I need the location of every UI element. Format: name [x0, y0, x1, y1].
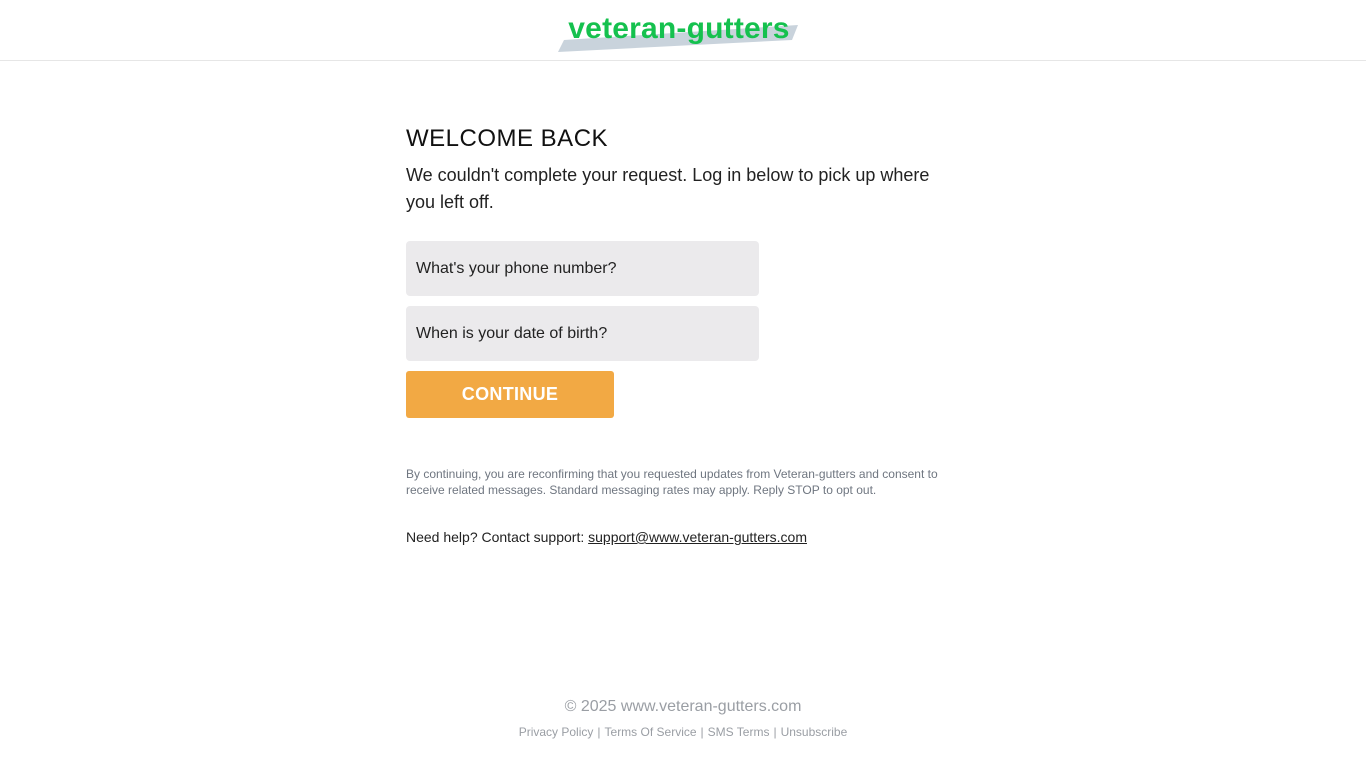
phone-number-input[interactable]: [406, 241, 759, 296]
logo-text: veteran-gutters: [568, 12, 790, 45]
site-footer: © 2025 www.veteran-gutters.com Privacy P…: [0, 696, 1366, 739]
terms-of-service-link[interactable]: Terms Of Service: [605, 725, 697, 739]
unsubscribe-link[interactable]: Unsubscribe: [781, 725, 848, 739]
consent-text: By continuing, you are reconfirming that…: [406, 467, 938, 497]
help-text: Need help? Contact support:: [406, 529, 585, 545]
sms-terms-link[interactable]: SMS Terms: [708, 725, 770, 739]
footer-links: Privacy Policy | Terms Of Service | SMS Term…: [0, 725, 1366, 739]
login-panel: WELCOME BACK We couldn't complete your r…: [406, 124, 966, 545]
continue-button[interactable]: CONTINUE: [406, 371, 614, 418]
page-title: WELCOME BACK: [406, 125, 609, 152]
help-line: Need help? Contact support: support@www.…: [406, 529, 966, 545]
footer-separator: |: [597, 725, 601, 739]
site-header: veteran-gutters: [0, 0, 1366, 61]
privacy-policy-link[interactable]: Privacy Policy: [519, 725, 594, 739]
footer-separator: |: [773, 725, 777, 739]
page-subtitle: We couldn't complete your request. Log i…: [406, 165, 930, 212]
copyright-text: © 2025 www.veteran-gutters.com: [564, 698, 802, 715]
footer-separator: |: [700, 725, 704, 739]
site-logo[interactable]: veteran-gutters: [558, 10, 800, 54]
date-of-birth-input[interactable]: [406, 306, 759, 361]
support-email-link[interactable]: support@www.veteran-gutters.com: [588, 529, 807, 545]
